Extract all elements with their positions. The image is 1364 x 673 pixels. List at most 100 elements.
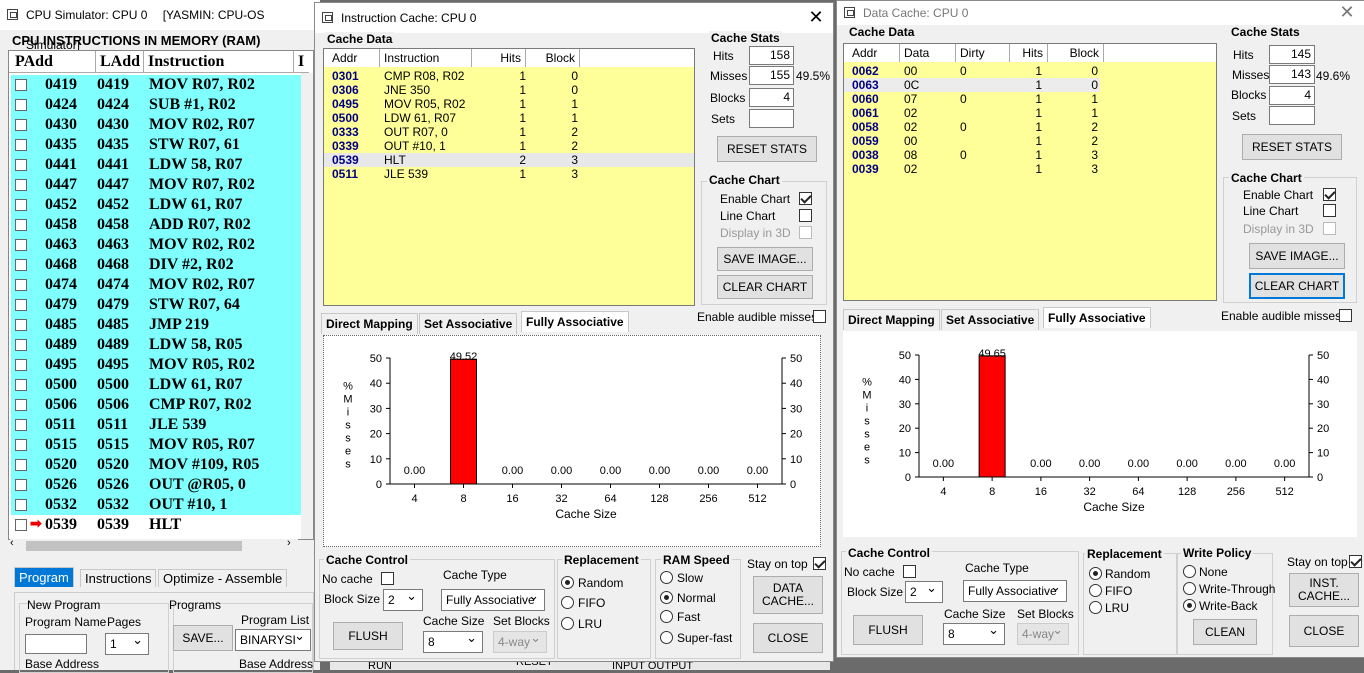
ram-table-row[interactable]: 0520 0520 MOV #109, R05 <box>11 455 301 475</box>
ram-slow-radio[interactable] <box>660 571 673 584</box>
dcache-lru-radio[interactable] <box>1089 601 1102 614</box>
col-addr[interactable]: Addr <box>324 49 380 67</box>
breakpoint-checkbox[interactable] <box>15 239 27 251</box>
close-icon[interactable]: ✕ <box>799 3 833 33</box>
icache-3d-checkbox[interactable] <box>799 226 812 239</box>
ram-table-row[interactable]: 0468 0468 DIV #2, R02 <box>11 255 301 275</box>
pages-select[interactable]: 1 <box>105 633 149 655</box>
breakpoint-checkbox[interactable] <box>15 179 27 191</box>
dcache-no-cache-checkbox[interactable] <box>903 565 916 578</box>
icache-block-size-select[interactable]: 2 <box>383 589 423 611</box>
breakpoint-checkbox[interactable] <box>15 219 27 231</box>
ram-table-row[interactable]: ➡ 0539 0539 HLT <box>11 515 301 535</box>
ram-table-row[interactable]: 0447 0447 MOV R07, R02 <box>11 175 301 195</box>
save-program-button[interactable]: SAVE... <box>173 625 233 651</box>
clean-button[interactable]: CLEAN <box>1193 619 1257 645</box>
ram-table-row[interactable]: 0515 0515 MOV R05, R07 <box>11 435 301 455</box>
dcache-random-radio[interactable] <box>1089 567 1102 580</box>
breakpoint-checkbox[interactable] <box>15 139 27 151</box>
icache-row[interactable]: 0500 LDW 61, R07 1 1 <box>324 111 694 125</box>
ram-table-row[interactable]: 0441 0441 LDW 58, R07 <box>11 155 301 175</box>
close-icon[interactable]: ✕ <box>1330 1 1364 25</box>
tab-direct-mapping[interactable]: Direct Mapping <box>843 309 940 330</box>
dcache-3d-checkbox[interactable] <box>1323 222 1336 235</box>
program-list-select[interactable]: BINARYSI <box>235 629 311 651</box>
icache-enable-chart-checkbox[interactable] <box>799 192 812 205</box>
dcache-row[interactable]: 0058 02 0 1 2 <box>844 120 1216 134</box>
col-data[interactable]: Data <box>900 44 956 62</box>
breakpoint-checkbox[interactable] <box>15 359 27 371</box>
breakpoint-checkbox[interactable] <box>15 259 27 271</box>
dcache-enable-chart-checkbox[interactable] <box>1323 188 1336 201</box>
scroll-right-icon[interactable]: › <box>287 537 291 549</box>
dcache-cache-type-select[interactable]: Fully Associative <box>963 580 1067 602</box>
breakpoint-checkbox[interactable] <box>15 79 27 91</box>
ram-hscroll[interactable]: ‹ › <box>10 537 298 553</box>
dcache-block-size-select[interactable]: 2 <box>905 581 943 603</box>
icache-fifo-radio[interactable] <box>561 596 574 609</box>
ram-table-row[interactable]: 0495 0495 MOV R05, R02 <box>11 355 301 375</box>
icache-no-cache-checkbox[interactable] <box>381 572 394 585</box>
tab-set-associative[interactable]: Set Associative <box>419 313 518 334</box>
icache-row[interactable]: 0306 JNE 350 1 0 <box>324 83 694 97</box>
ram-table-row[interactable]: 0452 0452 LDW 61, R07 <box>11 195 301 215</box>
col-hits[interactable]: Hits <box>1010 44 1048 62</box>
breakpoint-checkbox[interactable] <box>15 119 27 131</box>
icache-random-radio[interactable] <box>561 576 574 589</box>
tab-direct-mapping[interactable]: Direct Mapping <box>321 313 418 334</box>
tab-optimize[interactable]: Optimize - Assemble <box>158 569 288 587</box>
breakpoint-checkbox[interactable] <box>15 459 27 471</box>
icache-line-chart-checkbox[interactable] <box>799 209 812 222</box>
icache-row[interactable]: 0495 MOV R05, R02 1 1 <box>324 97 694 111</box>
dcache-data-grid[interactable]: Addr Data Dirty Hits Block 0062 00 0 1 0 0063… <box>843 43 1217 301</box>
breakpoint-checkbox[interactable] <box>15 379 27 391</box>
dcache-row[interactable]: 0038 08 0 1 3 <box>844 148 1216 162</box>
dcache-set-blocks-select[interactable]: 4-way <box>1017 623 1069 645</box>
write-none-radio[interactable] <box>1183 565 1196 578</box>
col-instruction[interactable]: Instruction <box>143 51 293 73</box>
dcache-row[interactable]: 0059 00 1 2 <box>844 134 1216 148</box>
icache-row[interactable]: 0539 HLT 2 3 <box>324 153 694 167</box>
icache-data-grid[interactable]: Addr Instruction Hits Block 0301 CMP R08,… <box>323 48 695 306</box>
col-extra[interactable]: I <box>293 51 304 73</box>
dcache-row[interactable]: 0061 02 1 1 <box>844 106 1216 120</box>
ram-table-row[interactable]: 0479 0479 STW R07, 64 <box>11 295 301 315</box>
program-name-input[interactable] <box>25 634 87 654</box>
breakpoint-checkbox[interactable] <box>15 319 27 331</box>
scroll-thumb[interactable] <box>26 541 242 551</box>
ram-table-row[interactable]: 0430 0430 MOV R02, R07 <box>11 115 301 135</box>
ram-table-row[interactable]: 0489 0489 LDW 58, R05 <box>11 335 301 355</box>
icache-audible-checkbox[interactable] <box>813 310 826 323</box>
breakpoint-checkbox[interactable] <box>15 499 27 511</box>
icache-cache-size-select[interactable]: 8 <box>423 631 483 653</box>
ram-table-row[interactable]: 0485 0485 JMP 219 <box>11 315 301 335</box>
ram-table-row[interactable]: 0458 0458 ADD R07, R02 <box>11 215 301 235</box>
ram-table-row[interactable]: 0511 0511 JLE 539 <box>11 415 301 435</box>
dcache-row[interactable]: 0039 02 1 3 <box>844 162 1216 176</box>
breakpoint-checkbox[interactable] <box>15 439 27 451</box>
dcache-cache-size-select[interactable]: 8 <box>943 623 1005 645</box>
col-addr[interactable]: Addr <box>844 44 900 62</box>
open-data-cache-button[interactable]: DATA CACHE... <box>753 576 823 614</box>
dcache-row[interactable]: 0062 00 0 1 0 <box>844 64 1216 78</box>
icache-lru-radio[interactable] <box>561 617 574 630</box>
ram-table-row[interactable]: 0463 0463 MOV R02, R02 <box>11 235 301 255</box>
col-hits[interactable]: Hits <box>472 49 526 67</box>
icache-save-image-button[interactable]: SAVE IMAGE... <box>717 247 813 271</box>
breakpoint-checkbox[interactable] <box>15 199 27 211</box>
breakpoint-checkbox[interactable] <box>15 399 27 411</box>
col-padd[interactable]: PAdd <box>15 51 53 73</box>
scroll-left-icon[interactable]: ‹ <box>10 537 14 549</box>
dcache-row[interactable]: 0063 0C 1 0 <box>844 78 1100 92</box>
icache-cache-type-select[interactable]: Fully Associative <box>441 589 545 611</box>
dcache-flush-button[interactable]: FLUSH <box>853 615 923 645</box>
ram-table-row[interactable]: 0526 0526 OUT @R05, 0 <box>11 475 301 495</box>
dcache-line-chart-checkbox[interactable] <box>1323 204 1336 217</box>
icache-stay-on-top-checkbox[interactable] <box>813 557 826 570</box>
ram-table-row[interactable]: 0424 0424 SUB #1, R02 <box>11 95 301 115</box>
ram-table-row[interactable]: 0474 0474 MOV R02, R07 <box>11 275 301 295</box>
col-block[interactable]: Block <box>1048 44 1104 62</box>
breakpoint-checkbox[interactable] <box>15 519 27 531</box>
ram-table-row[interactable]: 0500 0500 LDW 61, R07 <box>11 375 301 395</box>
ram-fast-radio[interactable] <box>660 610 673 623</box>
